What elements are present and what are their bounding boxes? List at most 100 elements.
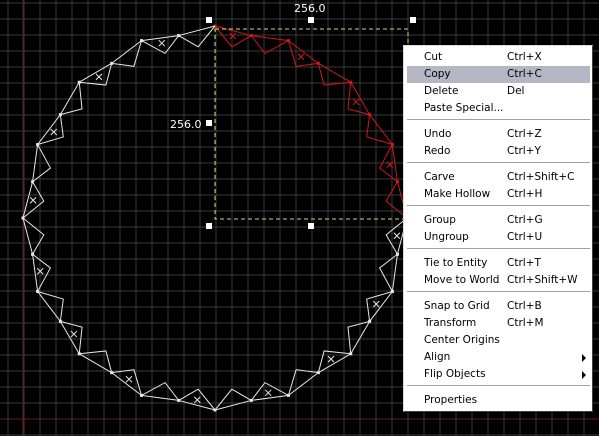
resize-handle[interactable] <box>410 17 416 23</box>
brush <box>110 40 143 67</box>
menu-item-label: Snap to Grid <box>424 300 490 312</box>
brush-center-marker <box>95 73 103 81</box>
menu-item-label: Tie to Entity <box>424 257 488 269</box>
selected-brush <box>347 80 371 116</box>
menu-item-shortcut: Ctrl+Shift+W <box>507 274 578 286</box>
brush-vertex <box>58 319 62 323</box>
menu-item-group[interactable]: Group Ctrl+G <box>407 212 590 229</box>
menu-item-shortcut: Ctrl+G <box>507 214 543 226</box>
menu-item-align[interactable]: Align <box>407 349 590 366</box>
selection-box[interactable] <box>206 17 416 229</box>
brush-vertex <box>349 80 353 84</box>
brush-vertex <box>390 143 394 147</box>
brush <box>287 369 320 396</box>
selected-brush <box>378 143 398 183</box>
brush <box>111 369 144 397</box>
brush <box>366 289 394 322</box>
brush-vertex <box>36 143 40 147</box>
menu-item-transform[interactable]: Transform Ctrl+M <box>407 315 590 332</box>
brush-vertex <box>249 398 253 402</box>
brush <box>32 253 52 293</box>
resize-handle[interactable] <box>308 17 314 23</box>
brush-edge <box>318 353 352 374</box>
resize-handle[interactable] <box>206 223 212 229</box>
menu-item-carve[interactable]: Carve Ctrl+Shift+C <box>407 169 590 186</box>
brush-center-marker <box>297 53 305 61</box>
brush-vertex <box>31 180 35 184</box>
menu-separator <box>407 385 590 387</box>
brush-edge <box>369 114 393 145</box>
menu-item-move-to-world[interactable]: Move to World Ctrl+Shift+W <box>407 272 590 289</box>
menu-item-snap-to-grid[interactable]: Snap to Grid Ctrl+B <box>407 298 590 315</box>
menu-item-shortcut: Ctrl+T <box>507 257 541 269</box>
width-dimension-label: 256.0 <box>294 2 326 15</box>
menu-item-shortcut: Ctrl+B <box>507 300 542 312</box>
menu-item-center-origins[interactable]: Center Origins <box>407 332 590 349</box>
brush <box>141 381 181 402</box>
brush <box>250 381 290 401</box>
brush-vertex <box>177 398 181 402</box>
menu-item-shortcut: Ctrl+Shift+C <box>507 171 575 183</box>
brush-vertex <box>395 252 399 256</box>
brush-center-marker <box>29 196 37 204</box>
menu-item-delete[interactable]: Delete Del <box>407 83 590 100</box>
menu-separator <box>407 205 590 207</box>
menu-item-paste-special[interactable]: Paste Special... <box>407 100 590 117</box>
brush <box>177 25 216 48</box>
menu-item-ungroup[interactable]: Ungroup Ctrl+U <box>407 229 590 246</box>
brush-vertex <box>390 289 394 293</box>
brush-vertex <box>110 61 114 65</box>
menu-item-undo[interactable]: Undo Ctrl+Z <box>407 126 590 143</box>
selected-brush <box>286 39 319 67</box>
brush-vertex <box>395 180 399 184</box>
brush-edge <box>214 25 252 37</box>
resize-handle[interactable] <box>206 120 212 126</box>
menu-item-properties[interactable]: Properties <box>407 392 590 409</box>
menu-item-redo[interactable]: Redo Ctrl+Y <box>407 143 590 160</box>
brush-edge <box>288 372 319 396</box>
brush-edge <box>37 291 61 322</box>
brush-vertex <box>77 352 81 356</box>
menu-item-copy[interactable]: Copy Ctrl+C <box>407 66 590 83</box>
brush-vertex <box>368 319 372 323</box>
height-dimension-label: 256.0 <box>170 118 202 131</box>
brush-center-marker <box>393 232 401 240</box>
menu-item-label: Move to World <box>424 274 500 286</box>
brush-vertex <box>140 39 144 43</box>
brush-center-marker <box>125 375 133 383</box>
context-menu: Cut Ctrl+X Copy Ctrl+C Delete Del Paste Specia… <box>403 45 593 412</box>
menu-item-shortcut: Ctrl+Z <box>507 128 542 140</box>
menu-item-flip-objects[interactable]: Flip Objects <box>407 366 590 383</box>
menu-item-tie-to-entity[interactable]: Tie to Entity Ctrl+T <box>407 255 590 272</box>
brush-center-marker <box>352 98 360 106</box>
brush <box>214 388 253 411</box>
brush-edge <box>214 399 252 411</box>
brush-vertex <box>58 113 62 117</box>
resize-handle[interactable] <box>206 17 212 23</box>
menu-separator <box>407 248 590 250</box>
menu-item-shortcut: Ctrl+Y <box>507 145 541 157</box>
selected-brush <box>316 61 352 86</box>
brush-edge <box>111 372 142 396</box>
brush <box>59 320 83 356</box>
menu-item-label: Delete <box>424 85 459 97</box>
brush-edge <box>111 40 142 64</box>
brush-vertex <box>349 352 353 356</box>
brush-center-marker <box>327 355 335 363</box>
brush-vertex <box>286 393 290 397</box>
menu-item-label: Redo <box>424 145 451 157</box>
menu-item-make-hollow[interactable]: Make Hollow Ctrl+H <box>407 186 590 203</box>
brush-vertex <box>21 216 25 220</box>
submenu-arrow-icon <box>582 354 586 362</box>
brush-center-marker <box>229 32 237 40</box>
brush-vertex <box>316 371 320 375</box>
brush-edge <box>318 62 352 83</box>
menu-item-cut[interactable]: Cut Ctrl+X <box>407 49 590 66</box>
brush-edge <box>78 353 112 374</box>
resize-handle[interactable] <box>308 223 314 229</box>
menu-item-label: Ungroup <box>424 231 469 243</box>
brush-edge <box>32 254 39 292</box>
brush-vertex <box>286 39 290 43</box>
brush-edge <box>141 35 179 42</box>
brush-vertex <box>249 34 253 38</box>
